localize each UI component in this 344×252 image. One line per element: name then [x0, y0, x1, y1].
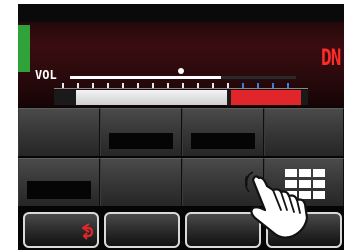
meter-scale-line [54, 88, 308, 89]
soft-key-3[interactable] [185, 212, 261, 248]
meter-scale-tick [212, 83, 214, 88]
meter-scale-tick [197, 83, 199, 88]
signal-level-bar [18, 25, 30, 72]
meter-scale-tick [62, 83, 64, 88]
volume-slider-fill [70, 76, 221, 79]
meter-scale-tick [227, 83, 229, 88]
grid-menu-icon [285, 169, 325, 199]
gauge-white-segment [76, 90, 227, 105]
meter-scale-tick [92, 83, 94, 88]
display-panel: DN VOL [18, 4, 344, 107]
meter-scale [54, 82, 308, 90]
function-key-2-label-slot [109, 133, 173, 149]
soft-key-2[interactable] [104, 212, 180, 248]
back-arrow-icon [81, 223, 94, 240]
meter-scale-tick [107, 83, 109, 88]
meter-scale-tick [287, 83, 289, 88]
meter-scale-tick [122, 83, 124, 88]
meter-scale-tick [167, 83, 169, 88]
gauge-red-segment [231, 90, 301, 105]
top-status-strip [18, 4, 344, 22]
transceiver-screen: DN VOL [18, 4, 344, 250]
back-key[interactable] [23, 212, 99, 248]
function-key-7[interactable] [182, 158, 264, 206]
s-meter-gauge [54, 90, 308, 105]
meter-scale-tick [77, 83, 79, 88]
meter-scale-tick [182, 83, 184, 88]
function-key-2[interactable] [100, 108, 182, 156]
function-key-5[interactable] [18, 158, 100, 206]
function-key-5-label-slot [27, 181, 91, 199]
function-key-6[interactable] [100, 158, 182, 206]
meter-scale-tick [152, 83, 154, 88]
volume-label: VOL [35, 68, 57, 82]
function-key-3-label-slot [191, 133, 255, 149]
function-key-1[interactable] [18, 108, 100, 156]
meter-scale-tick [257, 83, 259, 88]
function-key-4[interactable] [264, 108, 344, 156]
function-key-3[interactable] [182, 108, 264, 156]
meter-scale-tick [272, 83, 274, 88]
mode-indicator: DN [321, 46, 341, 71]
soft-key-4[interactable] [266, 212, 342, 248]
volume-slider[interactable] [70, 76, 296, 79]
meter-scale-tick [242, 83, 244, 88]
volume-knob-dot [178, 68, 184, 74]
meter-scale-tick [137, 83, 139, 88]
